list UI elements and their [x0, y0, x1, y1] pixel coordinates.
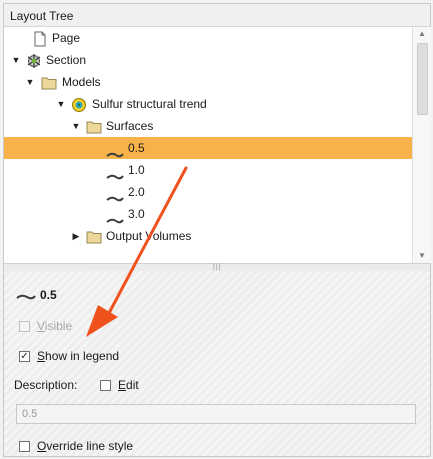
tree-item-label: Surfaces [106, 119, 154, 133]
model-icon [71, 97, 87, 112]
tree-item-models[interactable]: ▼ Models [4, 71, 412, 93]
scrollbar-thumb[interactable] [417, 43, 428, 115]
tree-item-label: 0.5 [128, 141, 145, 155]
tree-item-page[interactable]: Page [4, 27, 412, 49]
override-line-style-checkbox[interactable] [19, 441, 30, 452]
tree-item-sulfur-structural-trend[interactable]: ▼ Sulfur structural trend [4, 93, 412, 115]
page-icon [32, 31, 48, 47]
description-label: Description: [14, 378, 78, 392]
tree-item-label: 1.0 [128, 163, 145, 177]
tree-item-surface-3-0[interactable]: 3.0 [4, 203, 412, 225]
surface-line-icon [106, 210, 124, 224]
properties-panel: 0.5 Visible ✓ Show in legend Description… [4, 271, 430, 456]
show-in-legend-label: Show in legend [37, 349, 120, 363]
panel-title: Layout Tree [10, 9, 74, 23]
expand-toggle-icon[interactable]: ▼ [55, 93, 67, 115]
tree-item-label: Sulfur structural trend [92, 97, 207, 111]
tree-item-label: Section [46, 53, 87, 67]
scroll-up-icon[interactable]: ▲ [413, 27, 431, 41]
edit-checkbox[interactable] [100, 380, 111, 391]
surface-line-icon [106, 166, 124, 180]
surface-line-icon [16, 291, 36, 301]
folder-icon [86, 119, 102, 134]
expand-toggle-icon[interactable]: ▼ [10, 49, 22, 71]
section-icon [26, 53, 42, 68]
tree-item-label: 3.0 [128, 207, 145, 221]
visible-checkbox[interactable] [19, 321, 30, 332]
layout-tree-panel: Layout Tree Page ▼ Section ▼ Models ▼ Su… [3, 3, 431, 457]
folder-icon [41, 75, 57, 90]
layout-tree: Page ▼ Section ▼ Models ▼ Sulfur structu… [4, 27, 412, 263]
collapse-toggle-icon[interactable]: ▶ [70, 225, 82, 247]
tree-item-label: Models [62, 75, 101, 89]
tree-item-surface-0-5[interactable]: 0.5 [4, 137, 412, 159]
tree-item-section[interactable]: ▼ Section [4, 49, 412, 71]
expand-toggle-icon[interactable]: ▼ [24, 71, 36, 93]
surface-line-icon [106, 188, 124, 202]
edit-label: Edit [118, 378, 139, 392]
tree-item-surfaces[interactable]: ▼ Surfaces [4, 115, 412, 137]
visible-label: Visible [37, 319, 73, 333]
tree-item-label: Output Volumes [106, 229, 192, 243]
panel-title-bar: Layout Tree [4, 4, 430, 27]
description-value: 0.5 [22, 408, 38, 420]
override-line-style-label: Override line style [37, 439, 134, 453]
expand-toggle-icon[interactable]: ▼ [70, 115, 82, 137]
tree-item-surface-1-0[interactable]: 1.0 [4, 159, 412, 181]
tree-item-label: 2.0 [128, 185, 145, 199]
tree-item-surface-2-0[interactable]: 2.0 [4, 181, 412, 203]
surface-line-icon [106, 144, 124, 158]
tree-item-output-volumes[interactable]: ▶ Output Volumes [4, 225, 412, 247]
description-field[interactable]: 0.5 [16, 404, 416, 424]
tree-item-label: Page [52, 31, 81, 45]
properties-title: 0.5 [40, 288, 57, 302]
scroll-down-icon[interactable]: ▼ [413, 249, 431, 263]
folder-icon [86, 229, 102, 244]
tree-scrollbar[interactable]: ▲ ▼ [412, 27, 431, 263]
show-in-legend-checkbox[interactable]: ✓ [19, 351, 30, 362]
splitter-grip-icon: ||| [213, 264, 222, 271]
